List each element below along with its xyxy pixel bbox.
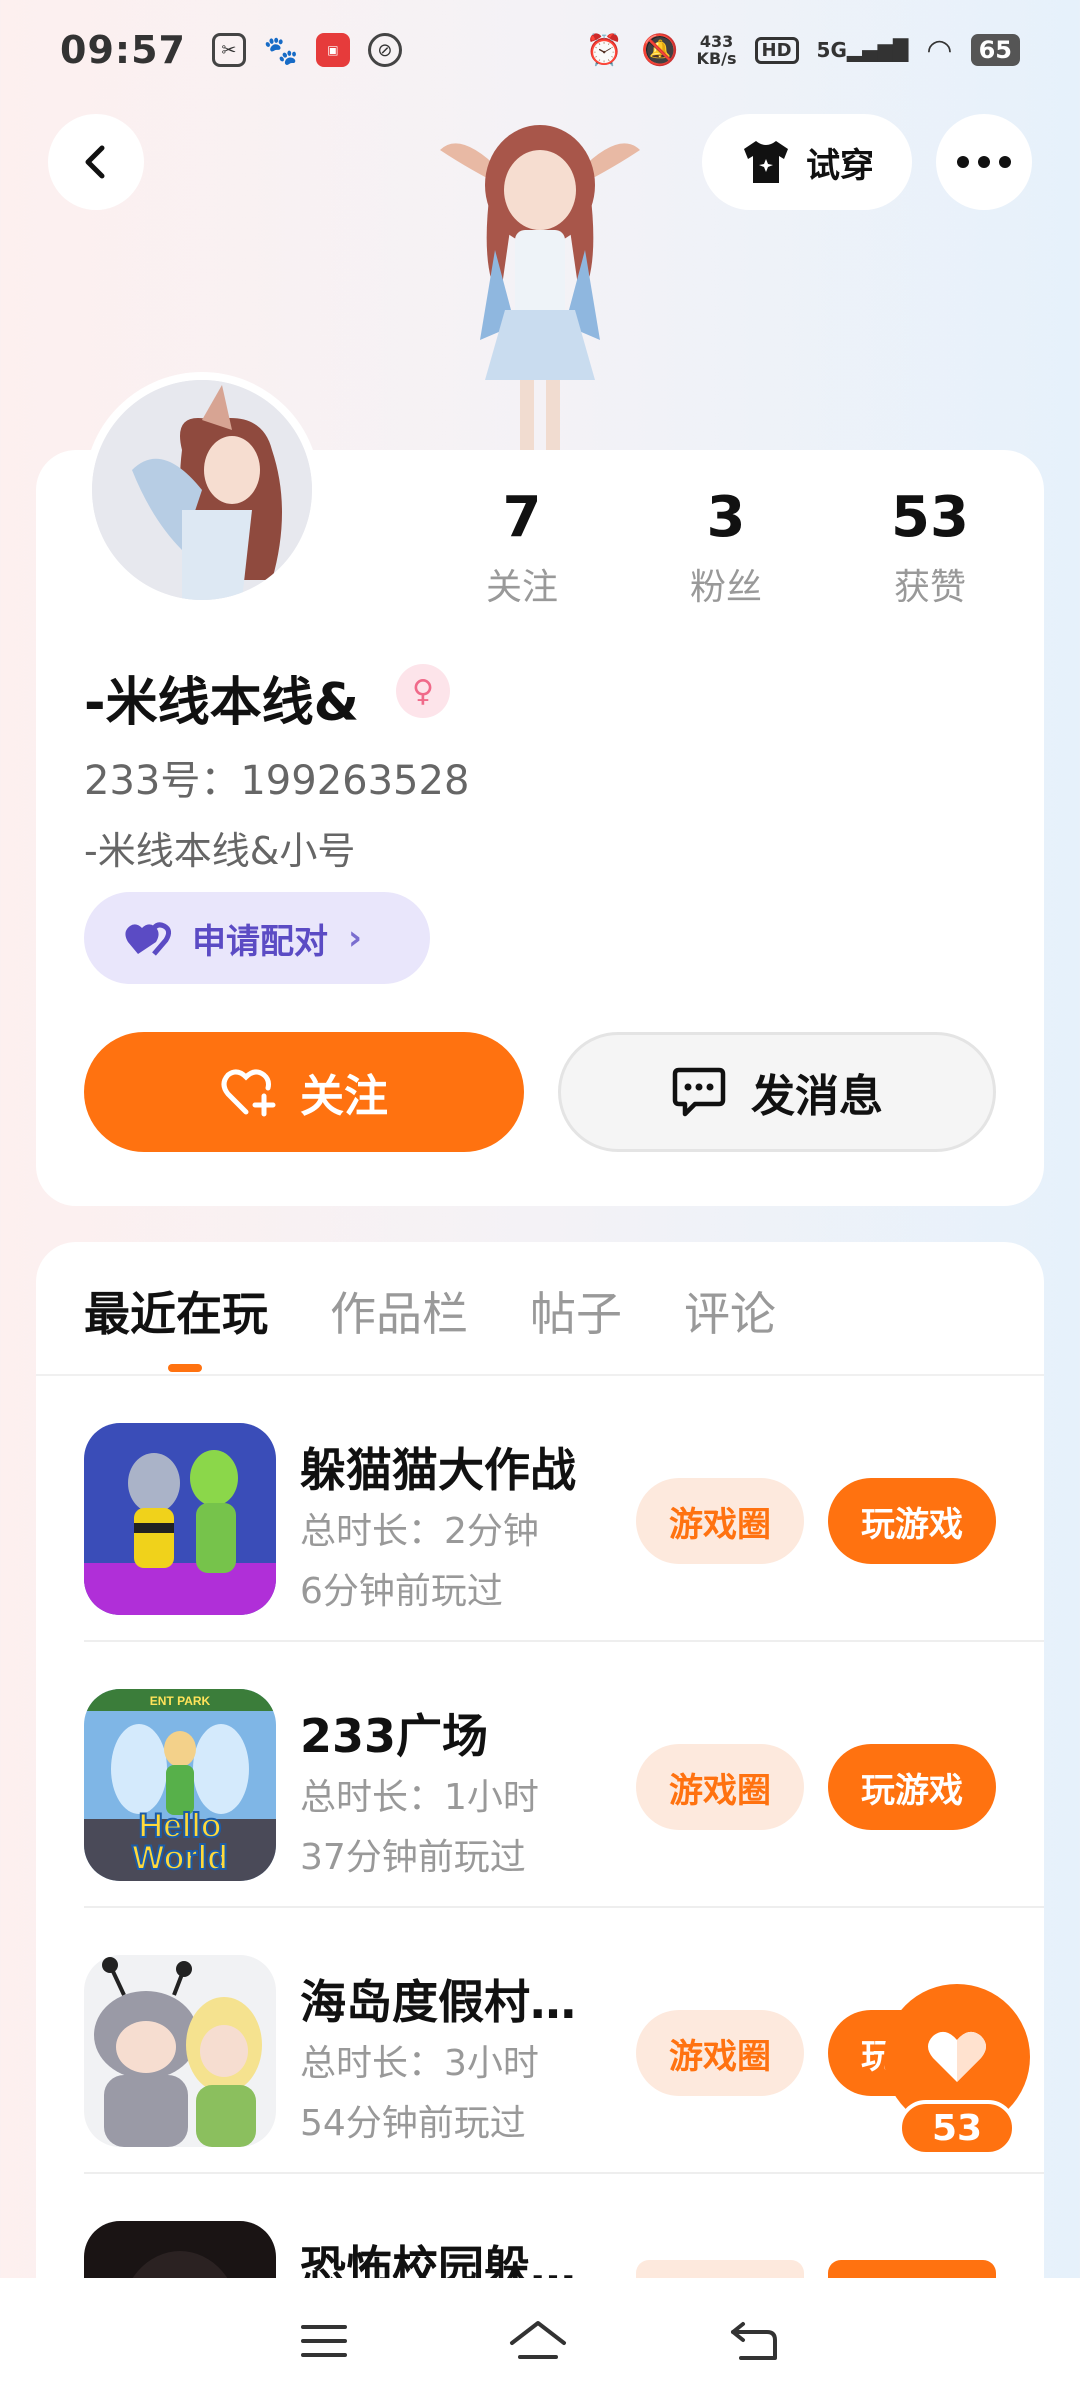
game-duration: 总时长：2分钟 bbox=[300, 1511, 539, 1552]
game-row[interactable]: 躲猫猫大作战 总时长：2分钟 6分钟前玩过 游戏圈 玩游戏 bbox=[36, 1376, 1044, 1642]
avatar[interactable] bbox=[84, 372, 320, 608]
stat-fans[interactable]: 3 粉丝 bbox=[656, 486, 796, 610]
menu-icon[interactable] bbox=[299, 2321, 349, 2361]
game-thumbnail[interactable]: ENT PARK Hello World bbox=[84, 1689, 276, 1881]
system-nav-bar bbox=[0, 2278, 1080, 2404]
home-icon[interactable] bbox=[508, 2317, 568, 2365]
follow-button[interactable]: 关注 bbox=[84, 1032, 524, 1152]
paw-icon: 🐾 bbox=[263, 33, 299, 67]
signal-icon: 5G▂▄▆█ bbox=[816, 38, 909, 62]
try-on-label: 试穿 bbox=[806, 145, 874, 186]
system-icons: ⏰ 🔕 433 KB/s HD 5G▂▄▆█ ◠ 65 bbox=[586, 33, 1020, 68]
avatar-image bbox=[92, 380, 312, 600]
game-name: 233广场 bbox=[300, 1709, 489, 1763]
battery-icon: 65 bbox=[970, 34, 1020, 66]
heart-icon bbox=[928, 2031, 986, 2082]
tab-recent-played[interactable]: 最近在玩 bbox=[84, 1278, 268, 1344]
game-last-played: 54分钟前玩过 bbox=[300, 2103, 526, 2144]
park-sign: ENT PARK bbox=[150, 1694, 211, 1708]
stat-likes[interactable]: 53 获赞 bbox=[860, 486, 1000, 610]
chat-bubble-icon bbox=[672, 1067, 726, 1117]
message-label: 发消息 bbox=[751, 1071, 883, 1122]
game-thumb-image bbox=[84, 1955, 276, 2147]
game-thumbnail[interactable] bbox=[84, 1955, 276, 2147]
app-notification-icon: ✂ bbox=[211, 33, 246, 67]
more-button[interactable] bbox=[936, 114, 1032, 210]
game-name: 躲猫猫大作战 bbox=[300, 1443, 576, 1497]
world-text: World bbox=[132, 1839, 228, 1877]
user-id: 233号：199263528 bbox=[84, 758, 470, 804]
net-speed: 433 KB/s bbox=[696, 32, 737, 68]
tab-bar: 最近在玩 作品栏 帖子 评论 bbox=[84, 1278, 776, 1344]
mute-icon: 🔕 bbox=[641, 32, 679, 68]
game-circle-button[interactable]: 游戏圈 bbox=[636, 1478, 804, 1564]
heart-plus-icon bbox=[221, 1069, 276, 1117]
chevron-right-icon: › bbox=[348, 918, 363, 958]
username: -米线本线& bbox=[84, 673, 359, 733]
play-game-button[interactable]: 玩游戏 bbox=[828, 1478, 996, 1564]
game-duration: 总时长：1小时 bbox=[300, 1777, 539, 1818]
wifi-icon: ◠ bbox=[926, 32, 953, 68]
double-heart-icon bbox=[125, 922, 172, 956]
status-time: 09:57 bbox=[60, 28, 186, 72]
shirt-icon bbox=[744, 141, 788, 183]
tab-comments[interactable]: 评论 bbox=[684, 1278, 776, 1344]
try-on-button[interactable]: 试穿 bbox=[702, 114, 912, 210]
avatar-3d-figure[interactable] bbox=[420, 110, 660, 455]
back-button[interactable] bbox=[48, 114, 144, 210]
red-app-icon: ▣ bbox=[315, 33, 350, 67]
tab-posts[interactable]: 帖子 bbox=[530, 1278, 622, 1344]
message-button[interactable]: 发消息 bbox=[558, 1032, 996, 1152]
alarm-icon: ⏰ bbox=[585, 32, 624, 68]
game-name: 海岛度假村… bbox=[300, 1975, 576, 2029]
game-last-played: 6分钟前玩过 bbox=[300, 1571, 503, 1612]
notification-icons: ✂ 🐾 ▣ ⊘ bbox=[211, 33, 402, 67]
like-count-badge: 53 bbox=[898, 2100, 1016, 2156]
status-bar: 09:57 ✂ 🐾 ▣ ⊘ ⏰ 🔕 433 KB/s HD 5G▂▄▆█ ◠ 65 bbox=[0, 0, 1080, 100]
pair-label: 申请配对 bbox=[192, 921, 328, 962]
play-game-button[interactable]: 玩游戏 bbox=[828, 1744, 996, 1830]
tab-works[interactable]: 作品栏 bbox=[330, 1278, 468, 1344]
female-gender-icon: ♀ bbox=[396, 664, 450, 718]
game-thumb-image: ENT PARK Hello World bbox=[84, 1689, 276, 1881]
planet-icon: ⊘ bbox=[367, 33, 402, 67]
game-circle-button[interactable]: 游戏圈 bbox=[636, 2010, 804, 2096]
game-thumbnail[interactable] bbox=[84, 1423, 276, 1615]
user-bio: -米线本线&小号 bbox=[84, 829, 356, 873]
game-duration: 总时长：3小时 bbox=[300, 2043, 539, 2084]
hd-icon: HD bbox=[754, 36, 799, 64]
pair-request-button[interactable]: 申请配对 › bbox=[84, 892, 430, 984]
game-last-played: 37分钟前玩过 bbox=[300, 1837, 526, 1878]
stat-following[interactable]: 7 关注 bbox=[452, 486, 592, 610]
more-dots-icon bbox=[957, 156, 1011, 168]
game-row[interactable]: ENT PARK Hello World 233广场 总时长：1小时 37分钟前… bbox=[36, 1642, 1044, 1908]
chevron-left-icon bbox=[85, 145, 105, 179]
back-nav-icon[interactable] bbox=[727, 2318, 781, 2364]
active-tab-indicator bbox=[168, 1364, 202, 1372]
game-thumb-image bbox=[84, 1423, 276, 1615]
game-circle-button[interactable]: 游戏圈 bbox=[636, 1744, 804, 1830]
follow-label: 关注 bbox=[300, 1071, 388, 1122]
